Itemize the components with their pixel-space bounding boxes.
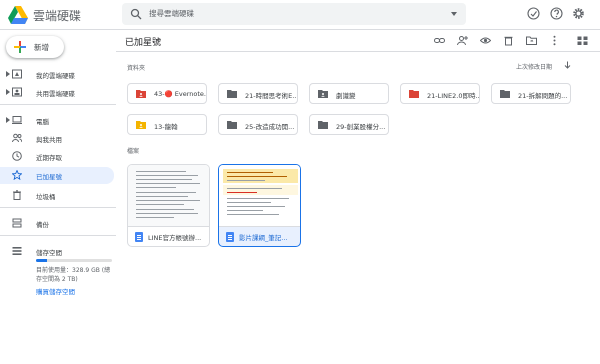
sidebar-item-trash[interactable]: 垃圾桶 [0,187,114,203]
sort-direction-arrow-icon[interactable] [564,61,571,69]
add-person-icon[interactable] [457,35,468,46]
sidebar-item-starred[interactable]: 已加星號 [0,167,114,184]
search-options-icon[interactable] [451,12,457,16]
file-thumbnail [219,165,300,227]
computer-icon [12,116,22,124]
plus-icon [14,41,26,53]
folder-item[interactable]: 劇識變 [309,83,389,104]
folder-item[interactable]: 21-時間思考術E... [218,83,298,104]
link-icon[interactable] [434,35,445,46]
sidebar-item-storage[interactable]: 儲存空間 [0,243,114,259]
folder-icon [500,90,510,98]
google-docs-icon [226,232,234,242]
top-bar: 雲端硬碟 搜尋雲端硬碟 [0,0,600,30]
sidebar-item-shared-drives[interactable]: 共用雲端硬碟 [0,84,114,100]
expand-arrow-icon[interactable] [6,117,10,123]
new-button[interactable]: 新增 [6,36,64,58]
search-bar[interactable]: 搜尋雲端硬碟 [122,3,466,25]
my-drive-icon [12,69,22,79]
folders-section-label: 資料夾 [127,65,146,72]
shared-folder-icon [136,90,146,98]
storage-usage-fill [36,259,48,262]
folder-item[interactable]: 43-🔴 Evernote... [127,83,207,104]
sidebar-divider [0,104,116,105]
folder-item[interactable]: 21-拆解問題的... [491,83,571,104]
star-icon [12,170,22,180]
offline-check-icon[interactable] [527,7,540,20]
file-card[interactable]: 影片課綱_筆記... [218,164,301,247]
sidebar-item-recent[interactable]: 近期存取 [0,148,114,164]
folder-item[interactable]: 21-LINE2.0即時... [400,83,480,104]
trash-icon [13,190,21,200]
delete-icon[interactable] [503,35,514,46]
sidebar-item-backups[interactable]: 備份 [0,215,114,231]
file-thumbnail [128,165,209,227]
file-card[interactable]: LINE官方帳號辦... [127,164,210,247]
folder-item[interactable]: 25-改造成功開... [218,114,298,135]
sidebar-divider [0,207,116,208]
move-to-folder-icon[interactable] [526,35,537,46]
folder-item[interactable]: 29-創業股權分... [309,114,389,135]
search-icon[interactable] [130,8,142,20]
new-button-label: 新增 [34,43,49,52]
layout-toggle-icon[interactable] [577,35,588,46]
main-toolbar: 已加星號 [116,30,600,52]
sidebar-item-computers[interactable]: 電腦 [0,112,114,128]
files-section-label: 檔案 [127,148,140,155]
more-options-icon[interactable] [549,35,560,46]
folder-item[interactable]: 13-龍翰 [127,114,207,135]
storage-usage-text: 目前使用量：328.9 GB (總存空間為 2 TB) [36,267,111,283]
folder-icon [227,121,237,129]
sort-option[interactable]: 上次修改日期 [516,62,552,71]
folder-icon [227,90,237,98]
sidebar-divider [0,235,116,236]
shared-drive-icon [12,87,22,97]
storage-icon [12,247,22,255]
sidebar-item-shared-with-me[interactable]: 與我共用 [0,130,114,146]
google-docs-icon [135,232,143,242]
search-input[interactable]: 搜尋雲端硬碟 [149,8,194,19]
help-icon[interactable] [550,7,563,20]
sidebar-item-my-drive[interactable]: 我的雲端硬碟 [0,66,114,82]
app-title[interactable]: 雲端硬碟 [33,7,81,24]
people-icon [12,133,22,143]
drive-logo-icon[interactable] [8,6,28,24]
shared-folder-icon [318,90,328,98]
clock-icon [12,151,22,161]
page-title: 已加星號 [125,38,162,48]
settings-gear-icon[interactable] [572,7,585,20]
storage-usage-bar [36,259,112,262]
expand-arrow-icon[interactable] [6,71,10,77]
folder-icon [318,121,328,129]
backup-icon [12,218,22,228]
expand-arrow-icon[interactable] [6,89,10,95]
shared-folder-icon [136,121,146,129]
folder-icon [409,90,419,98]
buy-storage-link[interactable]: 購買儲存空間 [36,286,75,296]
preview-eye-icon[interactable] [480,35,491,46]
